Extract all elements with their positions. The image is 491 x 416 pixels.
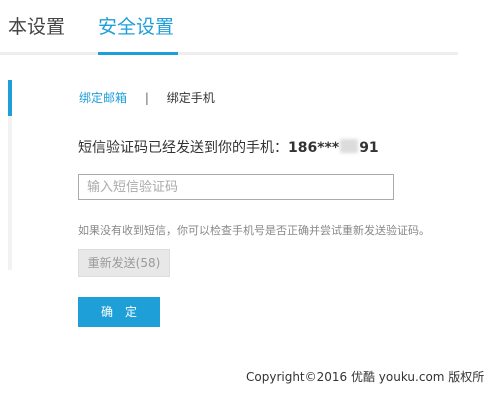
binding-subnav: 绑定邮箱 | 绑定手机 <box>79 90 215 106</box>
subnav-bind-phone[interactable]: 绑定手机 <box>167 91 215 105</box>
settings-tabs: 本设置 安全设置 <box>0 0 458 55</box>
phone-number-prefix: 186*** <box>288 140 340 156</box>
resend-code-button[interactable]: 重新发送(58) <box>78 249 170 277</box>
active-tab-indicator <box>98 52 178 55</box>
tab-basic-settings[interactable]: 本设置 <box>8 14 65 40</box>
confirm-button[interactable]: 确定 <box>78 297 160 327</box>
sidebar-rail <box>8 80 12 270</box>
subnav-separator: | <box>144 91 149 105</box>
subnav-bind-email[interactable]: 绑定邮箱 <box>79 91 127 105</box>
tab-security-settings[interactable]: 安全设置 <box>98 14 174 40</box>
sidebar-active-indicator <box>8 80 12 116</box>
footer-copyright: Copyright©2016 优酷 youku.com 版权所 <box>246 370 485 384</box>
phone-number-redaction <box>340 139 359 153</box>
sms-code-input[interactable] <box>78 174 394 200</box>
sms-sent-message: 短信验证码已经发送到你的手机：186*** 91 <box>78 138 379 158</box>
sms-sent-text: 短信验证码已经发送到你的手机： <box>78 140 288 156</box>
phone-number-suffix: 91 <box>359 140 379 156</box>
resend-help-text: 如果没有收到短信，你可以检查手机号是否正确并尝试重新发送验证码。 <box>78 224 430 237</box>
